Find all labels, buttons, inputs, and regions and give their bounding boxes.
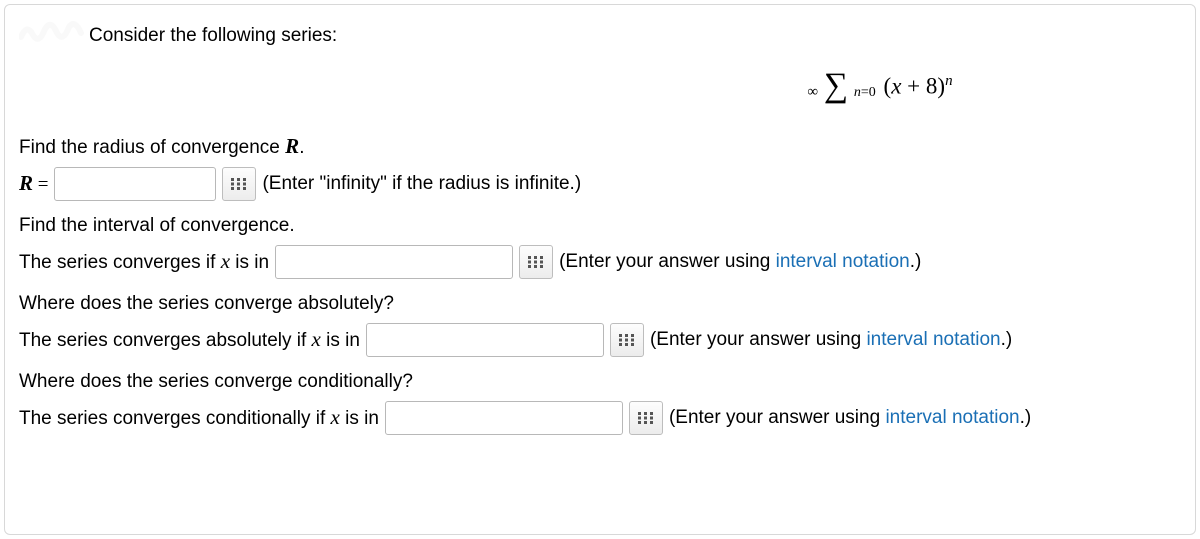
q2-hint: (Enter your answer using interval notati… bbox=[559, 244, 921, 280]
series-formula: ∞ ∑ n=0 (x + 8)n bbox=[19, 71, 1181, 102]
interval-input[interactable] bbox=[275, 245, 513, 279]
q3-label: The series converges absolutely if x is … bbox=[19, 321, 360, 359]
keypad-button[interactable] bbox=[610, 323, 644, 357]
sum-upper-limit: ∞ bbox=[807, 84, 818, 100]
interval-notation-link[interactable]: interval notation bbox=[885, 407, 1019, 428]
question-conditional: Where does the series converge condition… bbox=[19, 371, 1181, 437]
radius-input[interactable] bbox=[54, 167, 216, 201]
keypad-button[interactable] bbox=[222, 167, 256, 201]
sum-lower-limit: n=0 bbox=[854, 85, 876, 100]
sigma-symbol: ∑ bbox=[824, 67, 848, 104]
q4-hint: (Enter your answer using interval notati… bbox=[669, 400, 1031, 436]
interval-notation-link[interactable]: interval notation bbox=[866, 329, 1000, 350]
question-interval: Find the interval of convergence. The se… bbox=[19, 215, 1181, 281]
prompt-text: Consider the following series: bbox=[89, 23, 337, 47]
q1-label: R = bbox=[19, 165, 48, 203]
question-radius: Find the radius of convergence R. R = (E… bbox=[19, 134, 1181, 203]
keypad-button[interactable] bbox=[629, 401, 663, 435]
question-absolute: Where does the series converge absolutel… bbox=[19, 293, 1181, 359]
q2-label: The series converges if x is in bbox=[19, 243, 269, 281]
q4-label: The series converges conditionally if x … bbox=[19, 399, 379, 437]
series-term: (x + 8)n bbox=[882, 73, 953, 100]
question-panel: Consider the following series: ∞ ∑ n=0 (… bbox=[4, 4, 1196, 535]
q3-heading: Where does the series converge absolutel… bbox=[19, 293, 1181, 315]
q1-heading: Find the radius of convergence R. bbox=[19, 134, 1181, 159]
interval-notation-link[interactable]: interval notation bbox=[776, 251, 910, 272]
q3-hint: (Enter your answer using interval notati… bbox=[650, 322, 1012, 358]
q2-heading: Find the interval of convergence. bbox=[19, 215, 1181, 237]
prompt-row: Consider the following series: bbox=[19, 23, 1181, 47]
absolute-interval-input[interactable] bbox=[366, 323, 604, 357]
q1-hint: (Enter "infinity" if the radius is infin… bbox=[262, 166, 581, 202]
conditional-interval-input[interactable] bbox=[385, 401, 623, 435]
q4-heading: Where does the series converge condition… bbox=[19, 371, 1181, 393]
keypad-button[interactable] bbox=[519, 245, 553, 279]
redaction-scribble bbox=[19, 23, 89, 47]
